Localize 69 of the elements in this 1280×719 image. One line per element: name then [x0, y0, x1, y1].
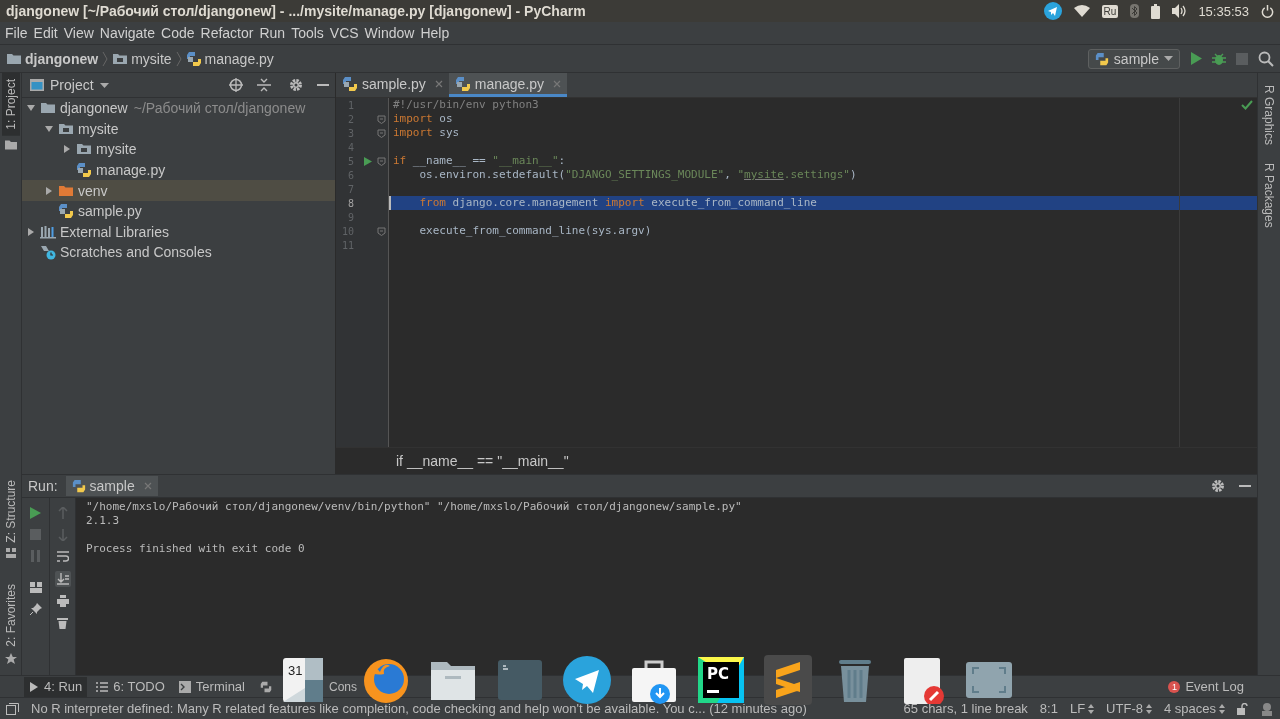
menu-item[interactable]: File [2, 25, 31, 41]
tree-item[interactable]: sample.py [22, 200, 335, 222]
tree-label: manage.py [96, 162, 166, 179]
menu-item[interactable]: Help [417, 25, 453, 41]
tool-window-tab[interactable]: Z: Structure [1, 473, 20, 549]
editor-tab[interactable]: sample.py [336, 73, 449, 97]
path-hint: ~/Рабочий стол/djangonew [133, 100, 306, 117]
tool-window-tab[interactable]: 1: Project [1, 73, 20, 136]
breadcrumb[interactable]: mysite [112, 50, 172, 67]
tree-label: External Libraries [60, 223, 169, 240]
panel-title[interactable]: Project [50, 77, 94, 93]
menu-item[interactable]: Run [256, 25, 289, 41]
dock-item[interactable]: PC [697, 655, 745, 705]
tree-label: sample.py [78, 203, 142, 220]
code-breadcrumb[interactable]: if __name__ == "__main__" [396, 453, 569, 469]
code-line: #!/usr/bin/env python3 [392, 98, 539, 112]
keyboard-layout[interactable]: Ru [1101, 4, 1119, 18]
tool-window-tab[interactable]: R Packages [1260, 157, 1278, 234]
run-config-dropdown[interactable]: sample [1087, 48, 1180, 69]
menu-item[interactable]: Refactor [197, 25, 257, 41]
code-line: if __name__ == "__main__": [392, 154, 566, 168]
tree-item[interactable]: External Libraries [22, 221, 335, 243]
breadcrumb[interactable]: manage.py [185, 50, 274, 67]
menu-item[interactable]: VCS [326, 25, 362, 41]
tree-label: djangonew [60, 100, 128, 117]
tool-tab[interactable]: 6: TODO [91, 676, 170, 697]
tool-tab[interactable]: 4: Run [24, 676, 88, 697]
tree-item[interactable]: venv [22, 180, 335, 201]
run-tab[interactable]: sample [65, 476, 158, 496]
tool-window-tab[interactable]: R Graphics [1260, 79, 1278, 152]
menu-item[interactable]: Edit [30, 25, 61, 41]
tree-label: Scratches and Consoles [60, 244, 212, 261]
status-item[interactable]: 4 spaces [1163, 701, 1225, 716]
code-line: import os [392, 112, 453, 126]
window-title: djangonew [~/Рабочий стол/djangonew] - .../mysite/manage.py [djangonew] - PyCharm [6, 3, 587, 19]
tool-window-tab[interactable]: 2: Favorites [1, 578, 20, 653]
tree-item[interactable]: mysite [22, 118, 335, 140]
code-line: import sys [392, 126, 460, 140]
status-item[interactable]: 8:1 [1039, 701, 1058, 716]
tool-tab[interactable]: Terminal [173, 676, 250, 697]
console-output: 2.1.3 [86, 514, 121, 528]
tree-item[interactable]: manage.py [22, 159, 335, 181]
menu-item[interactable]: Window [361, 25, 418, 41]
line-number: 8 [346, 197, 354, 209]
tool-tab[interactable]: Cons [329, 676, 357, 697]
breadcrumb[interactable]: djangonew [6, 50, 99, 67]
tree-label: mysite [78, 120, 119, 137]
tree-item[interactable]: Scratches and Consoles [22, 242, 335, 263]
console-output: "/home/mxslo/Рабочий стол/djangonew/venv/bin/python" "/home/mxslo/Рабочий стол/djangonew/sample.py" [86, 500, 743, 514]
editor-tab[interactable]: manage.py [448, 73, 568, 97]
status-item[interactable]: UTF-8 [1106, 701, 1152, 716]
menu-item[interactable]: View [60, 25, 97, 41]
icon-label: 31 [288, 663, 303, 678]
clock[interactable]: 15:35:53 [1198, 3, 1249, 19]
code-line: execute_from_command_line(sys.argv) [418, 224, 652, 238]
event-log-button[interactable]: 1 Event Log [1162, 678, 1250, 695]
menu-item[interactable]: Tools [288, 25, 327, 41]
console-output: Process finished with exit code 0 [86, 542, 306, 556]
tree-label: mysite [96, 141, 137, 158]
tree-label: venv [78, 182, 108, 199]
menu-item[interactable]: Code [158, 25, 198, 41]
panel-title: Run: [28, 478, 58, 494]
status-item[interactable]: 65 chars, 1 line break [903, 701, 1028, 716]
tree-item[interactable]: mysite [22, 139, 335, 160]
icon-label: PC [707, 665, 729, 683]
code-line: os.environ.setdefault("DJANGO_SETTINGS_MODULE", "mysite.settings") [418, 168, 857, 182]
tree-item[interactable]: djangonew ~/Рабочий стол/djangonew [22, 98, 335, 119]
status-item[interactable]: LF [1069, 701, 1095, 716]
menu-item[interactable]: Navigate [96, 25, 159, 41]
